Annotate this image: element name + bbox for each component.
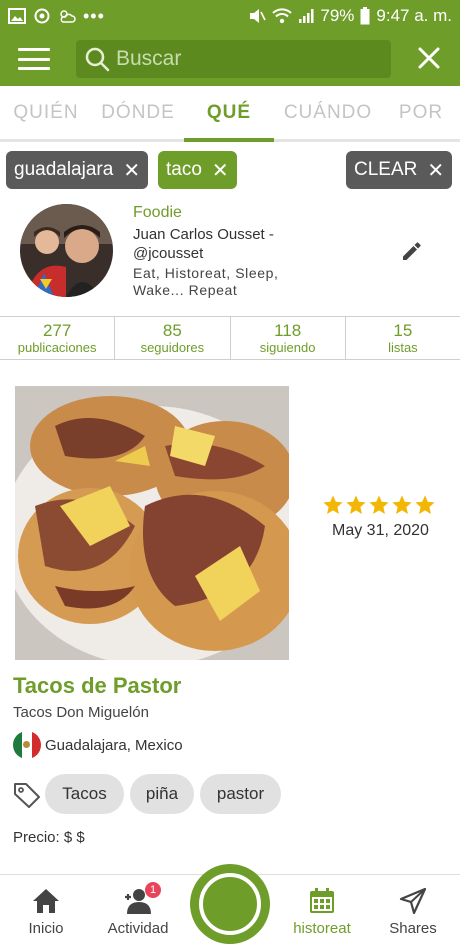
profile-bio: Eat, Historeat, Sleep, Wake... Repeat <box>133 265 279 298</box>
menu-icon[interactable] <box>18 48 50 70</box>
stat-value: 118 <box>274 320 302 340</box>
search-icon <box>85 47 110 72</box>
tag-tacos[interactable]: Tacos <box>45 774 124 814</box>
tab-label: CUÁNDO <box>283 101 373 123</box>
post-photo[interactable] <box>15 386 289 660</box>
stat-seguidores[interactable]: 85 seguidores <box>115 317 231 359</box>
stat-label: publicaciones <box>17 339 97 355</box>
star-icon <box>346 495 366 514</box>
signal-icon <box>299 9 314 23</box>
stat-label: seguidores <box>140 339 205 355</box>
tab-label: QUÉ <box>206 101 252 123</box>
nav-inicio[interactable]: Inicio <box>20 875 72 946</box>
chip-label: taco <box>166 159 202 180</box>
clear-filters-button[interactable]: CLEAR ✕ <box>346 151 453 189</box>
nav-label: Inicio <box>28 920 64 937</box>
mute-icon <box>250 9 267 23</box>
clear-icon: ✕ <box>427 159 445 182</box>
send-icon <box>399 887 427 915</box>
star-icon <box>415 495 435 514</box>
battery-icon <box>360 7 370 25</box>
post-date: May 31, 2020 <box>332 522 429 539</box>
nav-shares[interactable]: Shares <box>385 875 441 946</box>
home-icon <box>33 889 59 913</box>
tab-por[interactable]: POR <box>382 86 460 139</box>
search-tabs: QUIÉN DÓNDE QUÉ CUÁNDO POR <box>0 86 460 142</box>
chip-remove-icon[interactable]: ✕ <box>212 158 229 183</box>
capture-ring-icon <box>199 873 261 935</box>
battery-percent: 79% <box>320 6 355 25</box>
nav-label: Shares <box>389 920 437 937</box>
nav-actividad[interactable]: 1 Actividad <box>100 875 176 946</box>
star-icon <box>369 495 389 514</box>
stat-label: siguiendo <box>259 339 316 355</box>
filter-chip-guadalajara[interactable]: guadalajara ✕ <box>6 151 149 189</box>
tab-quien[interactable]: QUIÉN <box>0 86 92 139</box>
edit-pencil-icon[interactable] <box>400 239 424 263</box>
profile-stats: 277 publicaciones 85 seguidores 118 siguien… <box>0 316 460 360</box>
tab-que[interactable]: QUÉ <box>184 86 274 142</box>
tab-label: DÓNDE <box>101 101 175 123</box>
post-price: Precio: $ $ <box>13 829 85 846</box>
profile-type: Foodie <box>133 204 182 221</box>
activity-icon: 1 <box>123 882 161 916</box>
nav-label: Actividad <box>107 920 169 937</box>
tab-donde[interactable]: DÓNDE <box>92 86 184 139</box>
clear-label: CLEAR <box>354 159 418 180</box>
search-box[interactable] <box>76 40 391 78</box>
tab-cuando[interactable]: CUÁNDO <box>274 86 382 139</box>
chip-label: guadalajara <box>14 159 114 180</box>
stat-value: 15 <box>393 320 413 340</box>
restaurant-name[interactable]: Tacos Don Miguelón <box>13 704 149 721</box>
sync-icon <box>34 8 50 24</box>
mexico-flag-icon <box>13 731 41 759</box>
tab-label: POR <box>398 101 444 123</box>
post-location[interactable]: Guadalajara, Mexico <box>45 737 183 754</box>
close-icon[interactable] <box>416 45 442 71</box>
tab-label: QUIÉN <box>13 101 79 123</box>
image-icon <box>8 8 26 24</box>
weather-icon <box>60 10 76 23</box>
status-bar: ••• 79% 9:47 a. m. <box>0 0 460 32</box>
wifi-icon <box>272 8 293 24</box>
more-notifications-icon: ••• <box>83 5 105 26</box>
rating-stars <box>322 494 436 516</box>
search-input[interactable] <box>116 47 376 71</box>
stat-value: 85 <box>162 320 182 340</box>
notification-icons: ••• <box>8 6 105 27</box>
nav-historeat[interactable]: historeat <box>285 875 359 946</box>
stat-listas[interactable]: 15 listas <box>346 317 460 359</box>
profile-name[interactable]: Juan Carlos Ousset - @jcousset <box>133 225 333 263</box>
notification-badge: 1 <box>145 882 161 898</box>
clock: 9:47 a. m. <box>376 6 452 25</box>
stat-publicaciones[interactable]: 277 publicaciones <box>0 317 116 359</box>
filter-chip-taco[interactable]: taco ✕ <box>158 151 237 189</box>
calendar-icon <box>310 888 334 913</box>
stat-label: listas <box>388 339 418 355</box>
chip-remove-icon[interactable]: ✕ <box>123 158 140 183</box>
nav-label: historeat <box>293 920 351 937</box>
stat-value: 277 <box>42 320 72 340</box>
avatar[interactable] <box>20 204 113 297</box>
tag-pina[interactable]: piña <box>130 774 194 814</box>
tags-icon <box>14 783 40 808</box>
stat-siguiendo[interactable]: 118 siguiendo <box>231 317 346 359</box>
star-icon <box>392 495 412 514</box>
star-icon <box>323 495 343 514</box>
app-bar <box>0 32 460 86</box>
capture-button[interactable] <box>190 864 270 944</box>
post-title[interactable]: Tacos de Pastor <box>13 673 181 699</box>
tag-pastor[interactable]: pastor <box>200 774 281 814</box>
